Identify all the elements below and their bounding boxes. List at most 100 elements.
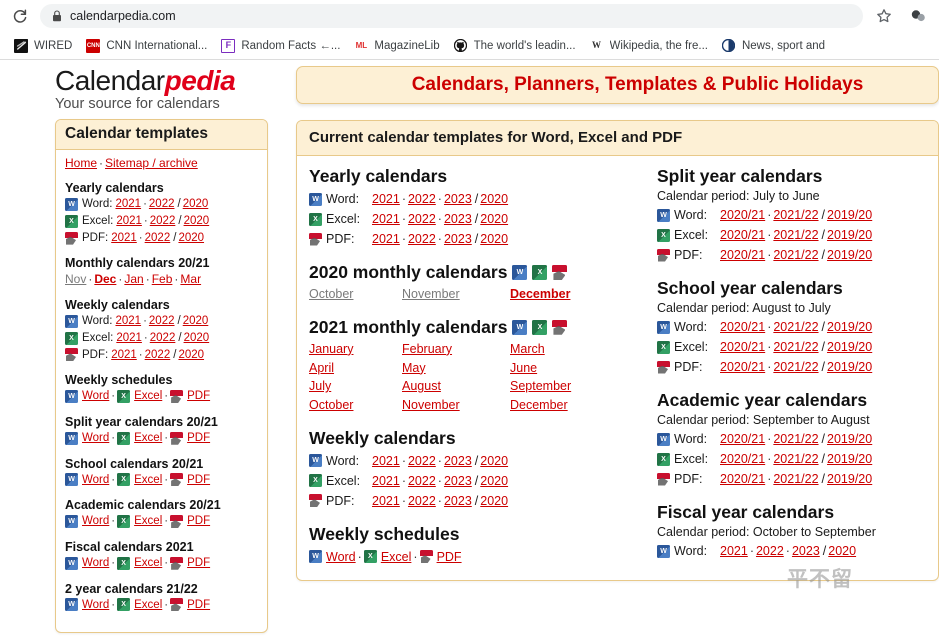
- format-link-pdf[interactable]: PDF: [187, 597, 210, 614]
- year-link-2021[interactable]: 2021: [372, 189, 400, 209]
- year-link-2023[interactable]: 2023: [444, 189, 472, 209]
- year-link-2019-20[interactable]: 2019/20: [827, 337, 872, 357]
- year-link-2021[interactable]: 2021: [116, 330, 142, 347]
- star-icon[interactable]: [871, 3, 897, 29]
- extension-icon[interactable]: [905, 3, 931, 29]
- year-link-2021-22[interactable]: 2021/22: [773, 225, 818, 245]
- year-link-2022[interactable]: 2022: [145, 230, 171, 247]
- format-link-word[interactable]: Word: [82, 472, 109, 489]
- year-link-2019-20[interactable]: 2019/20: [827, 449, 872, 469]
- month-link-nov[interactable]: Nov: [65, 272, 86, 286]
- format-link-word[interactable]: Word: [82, 513, 109, 530]
- format-link-pdf[interactable]: PDF: [187, 555, 210, 572]
- year-link-2021[interactable]: 2021: [372, 491, 400, 511]
- bookmark-wired[interactable]: WIRED: [8, 37, 80, 55]
- year-link-2020-21[interactable]: 2020/21: [720, 357, 765, 377]
- month-link-july[interactable]: July: [309, 379, 331, 393]
- year-link-2022[interactable]: 2022: [150, 213, 176, 230]
- year-link-2019-20[interactable]: 2019/20: [827, 317, 872, 337]
- format-link-excel[interactable]: Excel: [134, 388, 162, 405]
- month-link-december[interactable]: December: [510, 287, 570, 301]
- year-link-2022[interactable]: 2022: [408, 471, 436, 491]
- format-link-pdf[interactable]: PDF: [437, 547, 462, 567]
- month-link-jan[interactable]: Jan: [124, 272, 143, 286]
- address-bar-url[interactable]: calendarpedia.com: [70, 9, 176, 23]
- year-link-2020[interactable]: 2020: [480, 189, 508, 209]
- year-link-2020[interactable]: 2020: [480, 451, 508, 471]
- year-link-2020[interactable]: 2020: [828, 541, 856, 561]
- year-link-2022[interactable]: 2022: [756, 541, 784, 561]
- sidebar-nav-home[interactable]: Home: [65, 156, 97, 170]
- month-link-january[interactable]: January: [309, 342, 353, 356]
- year-link-2022[interactable]: 2022: [408, 451, 436, 471]
- year-link-2021-22[interactable]: 2021/22: [773, 205, 818, 225]
- month-link-november[interactable]: November: [402, 398, 460, 412]
- year-link-2022[interactable]: 2022: [149, 196, 175, 213]
- year-link-2021-22[interactable]: 2021/22: [773, 449, 818, 469]
- format-link-word[interactable]: Word: [82, 430, 109, 447]
- month-link-march[interactable]: March: [510, 342, 545, 356]
- year-link-2021[interactable]: 2021: [720, 541, 748, 561]
- year-link-2022[interactable]: 2022: [149, 313, 175, 330]
- bookmark-cnn-international[interactable]: CNN CNN International...: [80, 37, 215, 55]
- month-link-april[interactable]: April: [309, 361, 334, 375]
- year-link-2021[interactable]: 2021: [111, 230, 137, 247]
- month-link-november[interactable]: November: [402, 287, 460, 301]
- year-link-2021-22[interactable]: 2021/22: [773, 469, 818, 489]
- year-link-2021-22[interactable]: 2021/22: [773, 245, 818, 265]
- bookmark-github[interactable]: The world's leadin...: [448, 37, 584, 55]
- year-link-2020[interactable]: 2020: [184, 213, 210, 230]
- month-link-february[interactable]: February: [402, 342, 452, 356]
- year-link-2021-22[interactable]: 2021/22: [773, 429, 818, 449]
- year-link-2022[interactable]: 2022: [408, 209, 436, 229]
- year-link-2020-21[interactable]: 2020/21: [720, 469, 765, 489]
- year-link-2019-20[interactable]: 2019/20: [827, 225, 872, 245]
- year-link-2020-21[interactable]: 2020/21: [720, 225, 765, 245]
- month-link-december[interactable]: December: [510, 398, 568, 412]
- year-link-2021[interactable]: 2021: [116, 213, 142, 230]
- year-link-2021[interactable]: 2021: [372, 451, 400, 471]
- year-link-2019-20[interactable]: 2019/20: [827, 429, 872, 449]
- year-link-2021[interactable]: 2021: [372, 229, 400, 249]
- year-link-2023[interactable]: 2023: [444, 451, 472, 471]
- month-link-august[interactable]: August: [402, 379, 441, 393]
- year-link-2019-20[interactable]: 2019/20: [827, 245, 872, 265]
- year-link-2021-22[interactable]: 2021/22: [773, 357, 818, 377]
- year-link-2022[interactable]: 2022: [408, 189, 436, 209]
- year-link-2020-21[interactable]: 2020/21: [720, 205, 765, 225]
- format-link-excel[interactable]: Excel: [134, 430, 162, 447]
- format-link-excel[interactable]: Excel: [134, 513, 162, 530]
- year-link-2020-21[interactable]: 2020/21: [720, 245, 765, 265]
- format-link-excel[interactable]: Excel: [134, 555, 162, 572]
- year-link-2021[interactable]: 2021: [372, 209, 400, 229]
- year-link-2021[interactable]: 2021: [111, 347, 137, 364]
- year-link-2023[interactable]: 2023: [444, 471, 472, 491]
- month-link-june[interactable]: June: [510, 361, 537, 375]
- address-bar[interactable]: calendarpedia.com: [40, 4, 863, 28]
- year-link-2020[interactable]: 2020: [183, 313, 209, 330]
- year-link-2020[interactable]: 2020: [480, 209, 508, 229]
- bookmark-bbc-news[interactable]: News, sport and: [716, 37, 833, 55]
- year-link-2021-22[interactable]: 2021/22: [773, 317, 818, 337]
- year-link-2020-21[interactable]: 2020/21: [720, 449, 765, 469]
- year-link-2021[interactable]: 2021: [115, 196, 141, 213]
- year-link-2020[interactable]: 2020: [183, 196, 209, 213]
- month-link-may[interactable]: May: [402, 361, 426, 375]
- year-link-2023[interactable]: 2023: [444, 491, 472, 511]
- year-link-2022[interactable]: 2022: [145, 347, 171, 364]
- format-link-word[interactable]: Word: [82, 597, 109, 614]
- format-link-word[interactable]: Word: [326, 547, 356, 567]
- bookmark-wikipedia[interactable]: W Wikipedia, the fre...: [584, 37, 716, 55]
- bookmark-magazinelib[interactable]: ML MagazineLib: [348, 37, 447, 55]
- format-link-excel[interactable]: Excel: [134, 472, 162, 489]
- year-link-2019-20[interactable]: 2019/20: [827, 357, 872, 377]
- year-link-2022[interactable]: 2022: [150, 330, 176, 347]
- month-link-feb[interactable]: Feb: [152, 272, 173, 286]
- site-logo[interactable]: Calendarpedia: [55, 66, 283, 95]
- year-link-2021-22[interactable]: 2021/22: [773, 337, 818, 357]
- year-link-2021[interactable]: 2021: [115, 313, 141, 330]
- year-link-2020-21[interactable]: 2020/21: [720, 429, 765, 449]
- month-link-october[interactable]: October: [309, 287, 353, 301]
- month-link-september[interactable]: September: [510, 379, 571, 393]
- year-link-2020[interactable]: 2020: [178, 230, 204, 247]
